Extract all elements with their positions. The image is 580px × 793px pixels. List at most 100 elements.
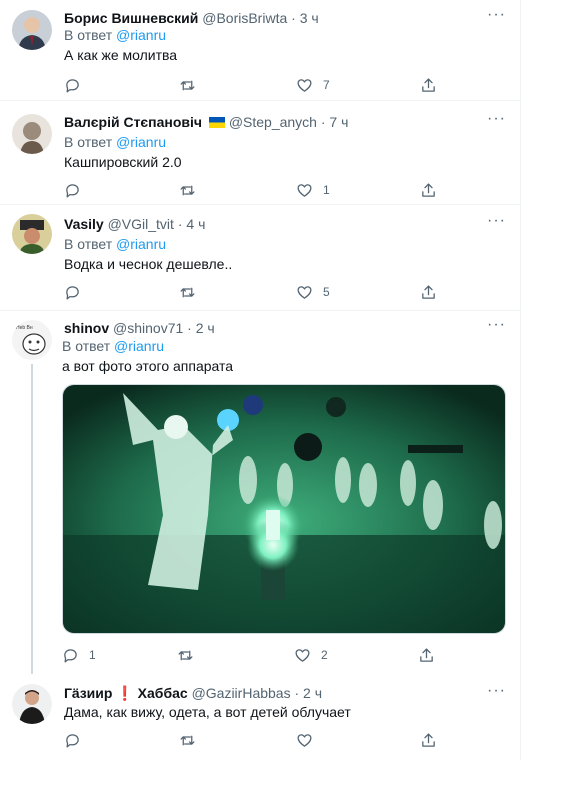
tweet-text: Дама, как вижу, одета, а вот детей облуч… [64, 704, 351, 720]
tweet-photo[interactable] [62, 384, 506, 634]
avatar[interactable]: Heb Bн [12, 320, 52, 360]
tweet-text: А как же молитва [64, 47, 178, 63]
author-handle[interactable]: @VGil_tvit [108, 216, 174, 232]
like-count: 2 [321, 648, 328, 662]
share-button[interactable] [420, 730, 437, 750]
timestamp[interactable]: 2 ч [303, 685, 322, 701]
heart-icon [295, 648, 310, 662]
tweet-text: а вот фото этого аппарата [62, 358, 234, 374]
author-name[interactable]: Валєрій Стєпановіч [64, 114, 202, 130]
action-bar [64, 730, 444, 750]
reply-icon [66, 733, 79, 748]
separator-dot: · [187, 320, 192, 336]
separator-dot: · [320, 114, 326, 130]
author-name-last[interactable]: Хаббас [138, 685, 188, 701]
author-name[interactable]: Vasily [64, 216, 104, 232]
share-button[interactable] [418, 645, 435, 665]
action-bar: 7 [64, 75, 444, 95]
share-icon [422, 182, 435, 197]
reply-button[interactable] [64, 730, 91, 750]
reply-button[interactable]: 1 [62, 645, 96, 665]
like-count: 7 [323, 78, 330, 92]
share-button[interactable] [420, 180, 437, 200]
svg-text:Heb Bн: Heb Bн [16, 325, 33, 331]
share-icon [422, 284, 435, 299]
reply-button[interactable] [64, 282, 91, 302]
retweet-button[interactable] [177, 645, 204, 665]
reply-prefix: В ответ [62, 338, 111, 354]
avatar[interactable] [12, 684, 52, 724]
author-name[interactable]: Борис Вишневский [64, 10, 198, 26]
reply-button[interactable] [64, 180, 91, 200]
reply-mention[interactable]: @rianru [114, 338, 164, 354]
ukraine-flag-icon [208, 115, 225, 128]
heart-icon [297, 78, 312, 92]
share-icon [422, 732, 435, 747]
more-options-icon[interactable]: ··· [487, 110, 506, 128]
heart-icon [297, 183, 312, 197]
action-bar: 1 2 [62, 645, 442, 665]
author-handle[interactable]: @Step_anych [229, 114, 317, 130]
reply-button[interactable] [64, 75, 91, 95]
more-options-icon[interactable]: ··· [487, 316, 506, 334]
reply-prefix: В ответ [64, 27, 113, 43]
more-options-icon[interactable]: ··· [487, 6, 506, 24]
tweet-gaziirhabbas[interactable]: Гäзиир ❗ Хаббас @GaziirHabbas · 2 ч ··· … [0, 676, 520, 760]
like-button[interactable]: 7 [296, 75, 330, 95]
like-button[interactable]: 2 [294, 645, 328, 665]
tweet-borisbriwta[interactable]: Борис Вишневский @BorisBriwta · 3 ч ··· … [0, 0, 520, 101]
reply-context: В ответ @rianru [64, 134, 166, 150]
reply-icon [66, 183, 79, 198]
like-count: 1 [323, 183, 330, 197]
reply-mention[interactable]: @rianru [116, 236, 166, 252]
like-button[interactable]: 5 [296, 282, 330, 302]
timestamp[interactable]: 4 ч [186, 216, 205, 232]
separator-dot: · [294, 685, 300, 701]
retweet-icon [180, 735, 195, 745]
tweet-vgil-tvit[interactable]: Vasily @VGil_tvit · 4 ч ··· В ответ @ria… [0, 204, 520, 311]
reply-mention[interactable]: @rianru [116, 134, 166, 150]
like-button[interactable] [296, 730, 323, 750]
avatar[interactable] [12, 114, 52, 154]
author-handle[interactable]: @shinov71 [113, 320, 183, 336]
timestamp[interactable]: 3 ч [300, 10, 319, 26]
reply-prefix: В ответ [64, 236, 113, 252]
tweet-text: Кашпировский 2.0 [64, 154, 182, 170]
heart-icon [297, 733, 312, 747]
author-name-first[interactable]: Гäзиир [64, 685, 112, 701]
reply-count: 1 [89, 648, 96, 662]
separator-dot: · [177, 216, 183, 232]
retweet-icon [178, 650, 193, 660]
timestamp[interactable]: 2 ч [196, 320, 215, 336]
retweet-button[interactable] [179, 75, 206, 95]
like-count: 5 [323, 285, 330, 299]
author-name[interactable]: shinov [64, 320, 109, 336]
retweet-button[interactable] [179, 282, 206, 302]
share-icon [420, 647, 433, 662]
tweet-text: Водка и чеснок дешевле.. [64, 256, 233, 272]
reply-context: В ответ @rianru [62, 338, 164, 354]
separator-dot: · [291, 10, 296, 26]
author-handle[interactable]: @GaziirHabbas [192, 685, 291, 701]
more-options-icon[interactable]: ··· [487, 212, 506, 230]
reply-mention[interactable]: @rianru [116, 27, 166, 43]
like-button[interactable]: 1 [296, 180, 330, 200]
avatar[interactable] [12, 214, 52, 254]
timestamp[interactable]: 7 ч [329, 114, 348, 130]
retweet-button[interactable] [179, 180, 206, 200]
reply-icon [66, 285, 79, 300]
exclamation-icon: ❗ [116, 685, 134, 701]
reply-context: В ответ @rianru [64, 27, 166, 43]
avatar[interactable] [12, 10, 52, 50]
share-button[interactable] [420, 282, 437, 302]
thread-connector [31, 364, 33, 674]
tweet-step-anych[interactable]: Валєрій Стєпановіч @Step_anych · 7 ч ···… [0, 100, 520, 205]
retweet-icon [180, 185, 195, 195]
retweet-icon [180, 80, 195, 90]
retweet-button[interactable] [179, 730, 206, 750]
more-options-icon[interactable]: ··· [487, 682, 506, 700]
retweet-icon [180, 287, 195, 297]
replies-feed: Борис Вишневский @BorisBriwta · 3 ч ··· … [0, 0, 521, 760]
share-button[interactable] [420, 75, 437, 95]
author-handle[interactable]: @BorisBriwta [202, 10, 287, 26]
